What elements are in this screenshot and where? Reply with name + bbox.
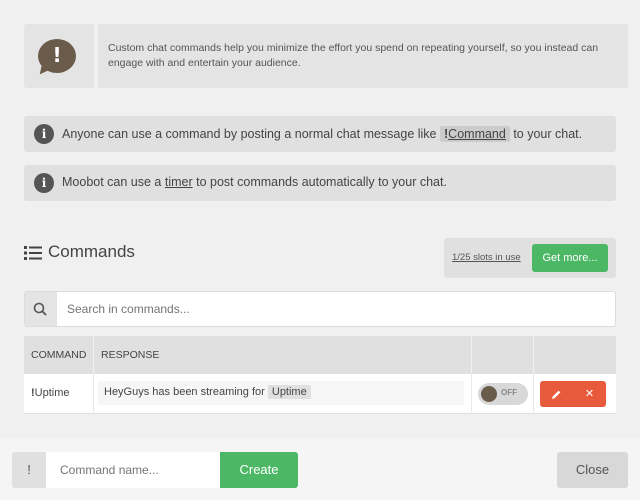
enabled-toggle[interactable]: OFF	[478, 383, 528, 405]
search-input[interactable]	[67, 292, 607, 326]
column-header-status	[472, 336, 534, 374]
command-name-cell: !Uptime	[24, 374, 94, 414]
actions-cell: ✕	[534, 374, 616, 414]
timer-link[interactable]: timer	[165, 175, 193, 189]
close-button[interactable]: Close	[557, 452, 628, 488]
create-button[interactable]: Create	[220, 452, 298, 488]
info-row-usage: i Anyone can use a command by posting a …	[24, 116, 616, 152]
delete-button[interactable]: ✕	[573, 381, 606, 407]
info-text: Anyone can use a command by posting a no…	[62, 126, 583, 142]
status-cell: OFF	[472, 374, 534, 414]
toggle-knob	[481, 386, 497, 402]
pencil-icon	[552, 390, 561, 399]
slots-usage-link[interactable]: 1/25 slots in use	[452, 252, 521, 263]
column-header-actions	[534, 336, 616, 374]
search-icon	[25, 292, 57, 326]
command-example-chip: !Command	[440, 126, 510, 142]
search-bar	[24, 291, 616, 327]
commands-title: Commands	[24, 242, 135, 262]
close-icon: ✕	[584, 388, 595, 400]
command-prefix: !	[12, 452, 46, 488]
info-icon: i	[34, 173, 54, 193]
table-header: COMMAND RESPONSE	[24, 336, 616, 374]
column-header-command: COMMAND	[24, 336, 94, 374]
intro-icon-box: !	[24, 24, 94, 88]
intro-panel: ! Custom chat commands help you minimize…	[12, 12, 628, 102]
intro-text: Custom chat commands help you minimize t…	[98, 24, 628, 88]
new-command-bar: ! Create Close	[0, 438, 640, 500]
slots-box: 1/25 slots in use Get more...	[444, 238, 616, 278]
table-row[interactable]: !Uptime HeyGuys has been streaming for U…	[24, 374, 616, 414]
column-header-response: RESPONSE	[94, 336, 472, 374]
info-text: Moobot can use a timer to post commands …	[62, 175, 447, 189]
get-more-button[interactable]: Get more...	[532, 244, 608, 272]
commands-panel: Commands 1/25 slots in use Get more... C…	[12, 226, 628, 428]
variable-chip: Uptime	[267, 385, 311, 399]
response-text: HeyGuys has been streaming for Uptime	[98, 381, 464, 405]
info-row-timer: i Moobot can use a timer to post command…	[24, 165, 616, 201]
edit-button[interactable]	[540, 381, 573, 407]
command-name-input[interactable]	[46, 452, 220, 488]
list-icon	[24, 245, 42, 260]
info-icon: i	[34, 124, 54, 144]
response-cell: HeyGuys has been streaming for Uptime	[94, 374, 472, 414]
usage-info-panel: i Anyone can use a command by posting a …	[12, 104, 628, 214]
row-actions: ✕	[540, 381, 606, 407]
